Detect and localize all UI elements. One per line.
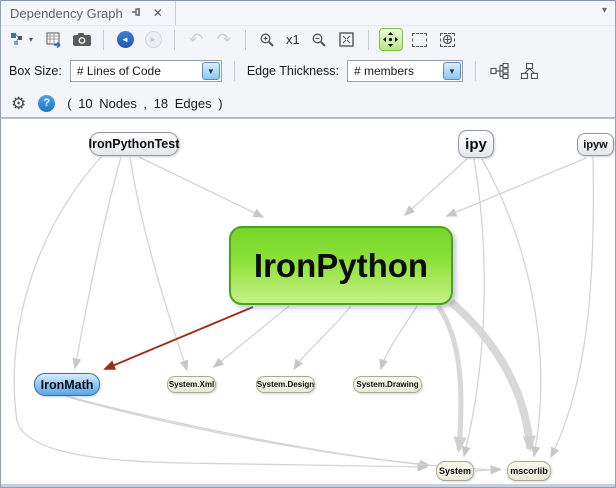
layout-caret-icon: ▾ <box>29 35 33 44</box>
edge <box>294 306 351 369</box>
close-icon[interactable]: ✕ <box>151 6 165 20</box>
chevron-down-icon[interactable]: ▼ <box>443 62 461 80</box>
edge <box>71 398 500 470</box>
edge <box>14 157 427 467</box>
gear-icon[interactable]: ⚙ <box>11 95 26 112</box>
separator <box>245 30 246 50</box>
undo-button[interactable]: ↶ <box>185 29 207 51</box>
tab-row: Dependency Graph ✕ ▾ <box>1 1 615 25</box>
edge <box>464 159 484 456</box>
graph-canvas[interactable]: IronPythonTest ipy ipyw IronPython IronM… <box>1 119 615 484</box>
edge <box>214 306 289 367</box>
options-toolbar: Box Size: # Lines of Code ▼ Edge Thickne… <box>1 53 615 89</box>
camera-icon[interactable] <box>71 29 93 51</box>
help-icon[interactable]: ? <box>38 95 55 112</box>
tab-title: Dependency Graph <box>10 6 123 21</box>
graph-node-system[interactable]: System <box>436 461 474 481</box>
edge <box>139 157 263 217</box>
tab-dependency-graph[interactable]: Dependency Graph ✕ <box>1 1 176 25</box>
edge-thickness-label: Edge Thickness: <box>247 64 339 78</box>
navigate-back-button[interactable]: ◄ <box>114 29 136 51</box>
pan-tool-button[interactable] <box>379 28 403 51</box>
main-toolbar: ▾ ◄ ► ↶ ↷ x1 <box>1 25 615 53</box>
chevron-down-icon[interactable]: ▼ <box>202 62 220 80</box>
graph-node-ironmath[interactable]: IronMath <box>34 373 100 396</box>
edge-ironpython-ironmath-highlighted <box>105 307 253 369</box>
edge <box>405 159 467 215</box>
separator <box>475 61 476 81</box>
layout-left-right-button[interactable] <box>488 60 510 82</box>
pin-icon[interactable] <box>130 6 144 20</box>
box-size-label: Box Size: <box>9 64 62 78</box>
graph-node-mscorlib[interactable]: mscorlib <box>507 461 551 481</box>
graph-node-ironpython[interactable]: IronPython <box>229 226 453 305</box>
graph-node-system-design[interactable]: System.Design <box>256 376 315 393</box>
layout-top-down-button[interactable] <box>518 60 540 82</box>
zoom-out-button[interactable] <box>308 29 330 51</box>
box-size-value: # Lines of Code <box>71 64 202 78</box>
graph-stats-label: ( 10 Nodes , 18 Edges ) <box>67 96 222 111</box>
separator <box>103 30 104 50</box>
separator <box>368 30 369 50</box>
graph-node-ironpythontest[interactable]: IronPythonTest <box>89 132 179 156</box>
marquee-select-button[interactable] <box>409 29 431 51</box>
edge <box>75 157 121 368</box>
status-bar: ⚙ ? ( 10 Nodes , 18 Edges ) <box>1 89 615 119</box>
navigate-forward-button[interactable]: ► <box>142 29 164 51</box>
zoom-level-label[interactable]: x1 <box>284 32 302 47</box>
graph-node-system-xml[interactable]: System.Xml <box>167 376 216 393</box>
edge <box>482 159 541 456</box>
graph-node-ipyw[interactable]: ipyw <box>577 133 614 156</box>
separator <box>234 61 235 81</box>
edge <box>447 158 586 216</box>
zoom-in-button[interactable] <box>256 29 278 51</box>
separator <box>174 30 175 50</box>
graph-node-ipy[interactable]: ipy <box>458 130 494 158</box>
box-size-select[interactable]: # Lines of Code ▼ <box>70 60 222 82</box>
edge <box>551 157 593 457</box>
graph-layout-icon[interactable]: ▾ <box>7 29 37 51</box>
window-menu-caret-icon[interactable]: ▾ <box>602 5 607 16</box>
edge <box>66 396 429 465</box>
matrix-view-icon[interactable] <box>43 29 65 51</box>
edge-thickness-value: # members <box>348 64 443 78</box>
redo-button[interactable]: ↷ <box>213 29 235 51</box>
window-bottom-edge <box>1 484 615 487</box>
edge <box>381 306 417 369</box>
graph-node-system-drawing[interactable]: System.Drawing <box>353 376 422 393</box>
edge-thickness-select[interactable]: # members ▼ <box>347 60 463 82</box>
zoom-to-selection-button[interactable] <box>437 29 459 51</box>
dependency-graph-window: Dependency Graph ✕ ▾ ▾ ◄ ► ↶ ↷ x1 <box>0 0 616 488</box>
fit-to-window-button[interactable] <box>336 29 358 51</box>
edge-ironpython-system-thick <box>438 306 461 450</box>
